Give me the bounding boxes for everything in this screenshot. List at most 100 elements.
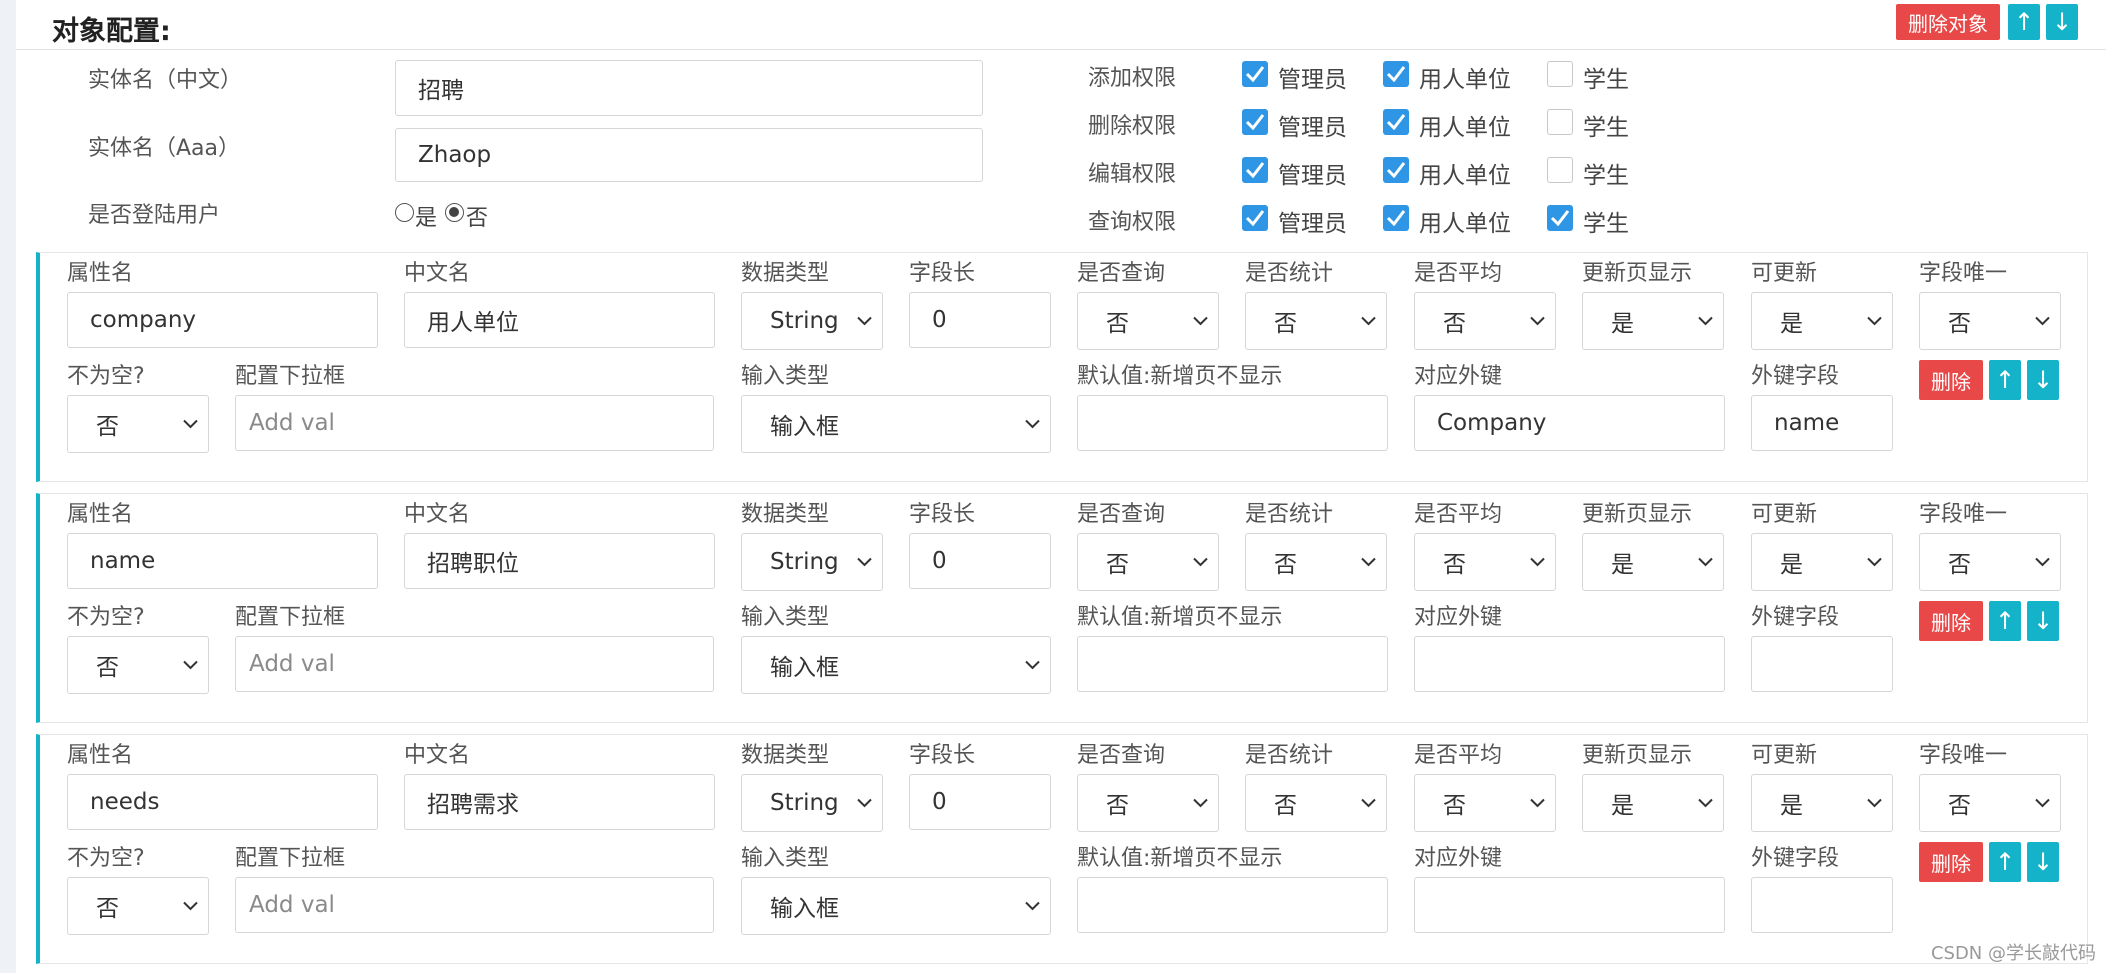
move-object-down-button[interactable]: ↓: [2046, 4, 2078, 40]
move-object-up-button[interactable]: ↑: [2008, 4, 2040, 40]
permission-role-label: 管理员: [1278, 163, 1347, 189]
entity-name-en-input[interactable]: Zhaop: [395, 128, 983, 182]
updatable-select-value: 是: [1780, 793, 1803, 819]
data-type-select[interactable]: String: [741, 292, 883, 350]
move-field-down-button[interactable]: ↓: [2027, 842, 2059, 882]
update-show-select[interactable]: 是: [1582, 533, 1724, 591]
login-yes-label: 是: [415, 206, 438, 231]
field-label-is-stat: 是否统计: [1245, 743, 1334, 768]
not-null-select[interactable]: 否: [67, 395, 209, 453]
unique-select[interactable]: 否: [1919, 774, 2061, 832]
move-field-up-button[interactable]: ↑: [1989, 601, 2021, 641]
field-length-input[interactable]: 0: [909, 292, 1051, 348]
update-show-select[interactable]: 是: [1582, 292, 1724, 350]
is-query-select[interactable]: 否: [1077, 774, 1219, 832]
permission-checkbox[interactable]: [1547, 205, 1573, 231]
login-yes-radio[interactable]: [395, 203, 414, 222]
field-label-is-avg: 是否平均: [1414, 502, 1503, 527]
cn-name-input[interactable]: 用人单位: [404, 292, 715, 348]
not-null-select-value: 否: [96, 655, 119, 681]
data-type-select-value: String: [770, 549, 839, 575]
dropdown-config-input[interactable]: Add val: [235, 877, 714, 933]
updatable-select[interactable]: 是: [1751, 533, 1893, 591]
field-label-foreign-key: 对应外键: [1414, 846, 1503, 871]
foreign-key-input[interactable]: [1414, 877, 1725, 933]
updatable-select[interactable]: 是: [1751, 292, 1893, 350]
foreign-key-input[interactable]: [1414, 636, 1725, 692]
is-query-select[interactable]: 否: [1077, 292, 1219, 350]
move-field-up-button[interactable]: ↑: [1989, 360, 2021, 400]
is-query-select-value: 否: [1106, 793, 1129, 819]
permission-role-label: 学生: [1583, 163, 1629, 189]
permission-checkbox[interactable]: [1242, 205, 1268, 231]
field-label-foreign-key: 对应外键: [1414, 605, 1503, 630]
update-show-select[interactable]: 是: [1582, 774, 1724, 832]
unique-select[interactable]: 否: [1919, 533, 2061, 591]
input-type-select[interactable]: 输入框: [741, 636, 1051, 694]
field-label-unique: 字段唯一: [1919, 261, 2008, 286]
foreign-key-field-input[interactable]: [1751, 636, 1893, 692]
updatable-select[interactable]: 是: [1751, 774, 1893, 832]
field-label-dropdown-cfg: 配置下拉框: [235, 605, 346, 630]
field-label-field-len: 字段长: [909, 502, 976, 527]
permission-checkbox[interactable]: [1383, 109, 1409, 135]
entity-name-en-label: 实体名（Aaa）: [88, 136, 241, 161]
field-label-fk-field: 外键字段: [1751, 846, 1840, 871]
delete-field-button[interactable]: 删除: [1919, 601, 1983, 641]
not-null-select-value: 否: [96, 896, 119, 922]
is-avg-select[interactable]: 否: [1414, 533, 1556, 591]
field-length-input[interactable]: 0: [909, 774, 1051, 830]
attr-name-input[interactable]: needs: [67, 774, 378, 830]
permission-checkbox[interactable]: [1242, 109, 1268, 135]
not-null-select[interactable]: 否: [67, 877, 209, 935]
dropdown-config-input[interactable]: Add val: [235, 395, 714, 451]
move-field-up-button[interactable]: ↑: [1989, 842, 2021, 882]
dropdown-config-input[interactable]: Add val: [235, 636, 714, 692]
data-type-select[interactable]: String: [741, 774, 883, 832]
foreign-key-field-input[interactable]: name: [1751, 395, 1893, 451]
attr-name-input[interactable]: company: [67, 292, 378, 348]
permission-checkbox[interactable]: [1242, 61, 1268, 87]
move-field-down-button[interactable]: ↓: [2027, 601, 2059, 641]
field-label-cn-name: 中文名: [404, 261, 471, 286]
entity-name-cn-input[interactable]: 招聘: [395, 60, 983, 116]
permission-checkbox[interactable]: [1547, 61, 1573, 87]
cn-name-input[interactable]: 招聘需求: [404, 774, 715, 830]
permission-checkbox[interactable]: [1242, 157, 1268, 183]
foreign-key-field-input[interactable]: [1751, 877, 1893, 933]
is-avg-select[interactable]: 否: [1414, 292, 1556, 350]
input-type-select[interactable]: 输入框: [741, 395, 1051, 453]
input-type-select-value: 输入框: [770, 414, 839, 440]
delete-field-button[interactable]: 删除: [1919, 360, 1983, 400]
permission-role-label: 管理员: [1278, 115, 1347, 141]
is-stat-select[interactable]: 否: [1245, 292, 1387, 350]
not-null-select[interactable]: 否: [67, 636, 209, 694]
field-label-is-query: 是否查询: [1077, 743, 1166, 768]
permission-checkbox[interactable]: [1547, 157, 1573, 183]
permission-checkbox[interactable]: [1383, 61, 1409, 87]
move-field-down-button[interactable]: ↓: [2027, 360, 2059, 400]
is-query-select[interactable]: 否: [1077, 533, 1219, 591]
field-length-input[interactable]: 0: [909, 533, 1051, 589]
data-type-select[interactable]: String: [741, 533, 883, 591]
delete-field-button[interactable]: 删除: [1919, 842, 1983, 882]
permission-checkbox[interactable]: [1383, 205, 1409, 231]
delete-object-button[interactable]: 删除对象: [1896, 4, 2000, 40]
is-avg-select[interactable]: 否: [1414, 774, 1556, 832]
permission-role-label: 管理员: [1278, 211, 1347, 237]
permission-checkbox[interactable]: [1547, 109, 1573, 135]
permission-checkbox[interactable]: [1383, 157, 1409, 183]
attr-name-input[interactable]: name: [67, 533, 378, 589]
cn-name-input[interactable]: 招聘职位: [404, 533, 715, 589]
default-value-input[interactable]: [1077, 395, 1388, 451]
unique-select[interactable]: 否: [1919, 292, 2061, 350]
default-value-input[interactable]: [1077, 877, 1388, 933]
login-no-radio[interactable]: [445, 203, 464, 222]
title-divider: [16, 49, 2106, 50]
input-type-select[interactable]: 输入框: [741, 877, 1051, 935]
is-stat-select[interactable]: 否: [1245, 774, 1387, 832]
is-stat-select[interactable]: 否: [1245, 533, 1387, 591]
field-label-not-null: 不为空?: [67, 846, 145, 871]
default-value-input[interactable]: [1077, 636, 1388, 692]
foreign-key-input[interactable]: Company: [1414, 395, 1725, 451]
